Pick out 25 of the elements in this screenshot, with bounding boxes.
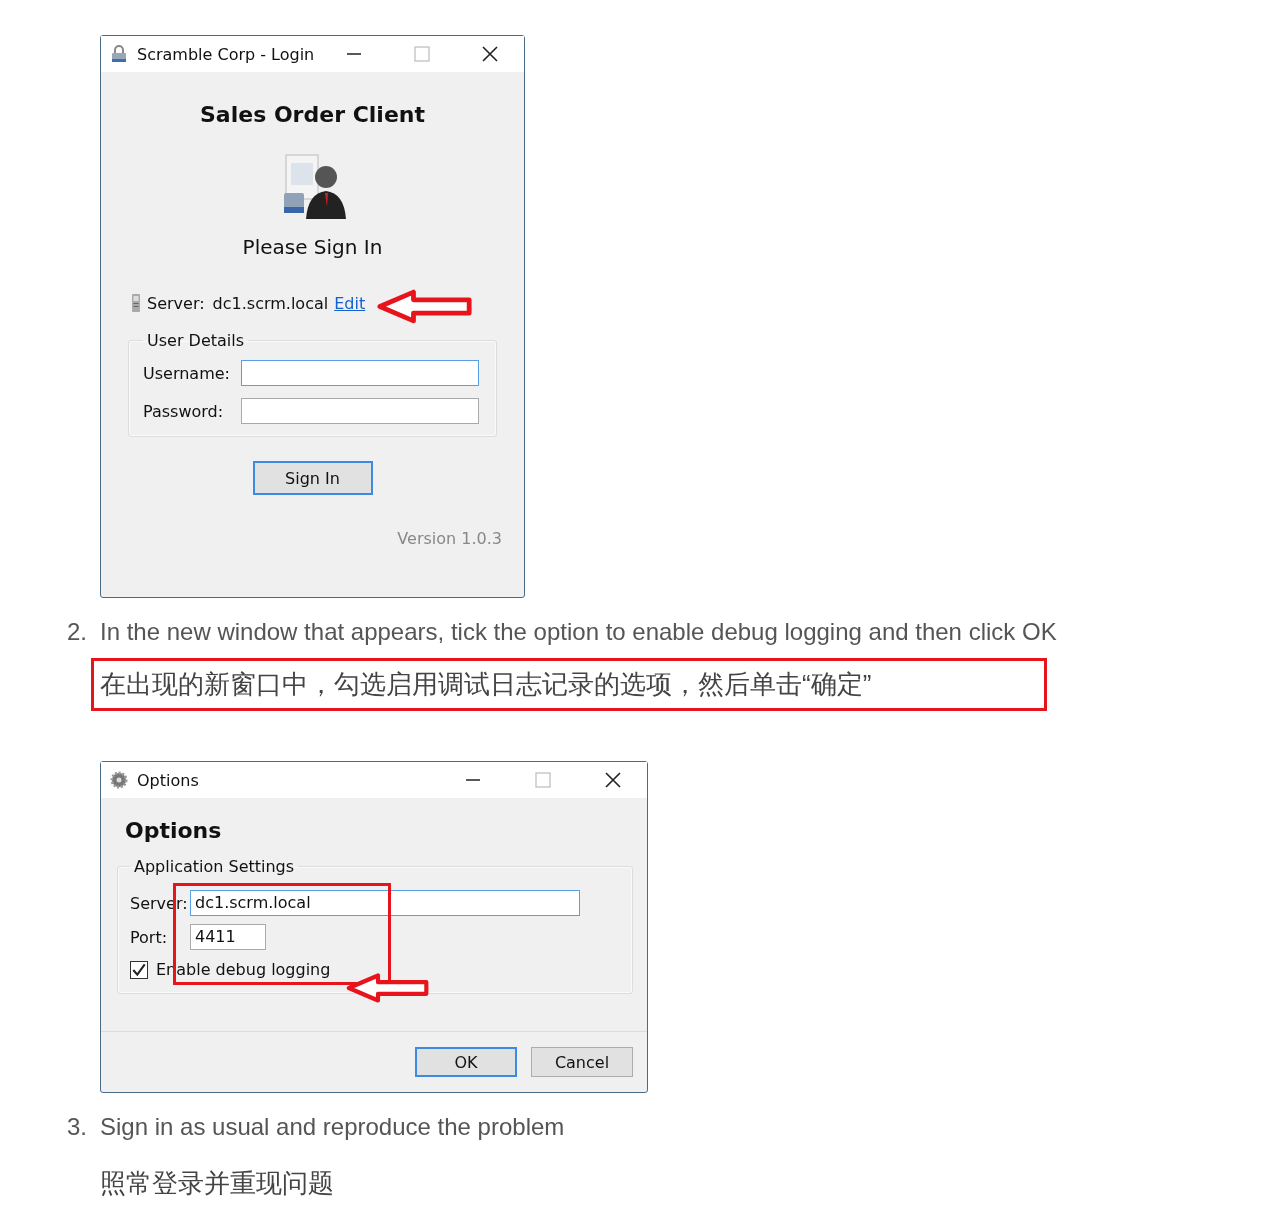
version-label: Version 1.0.3	[397, 529, 502, 548]
translation-text: 在出现的新窗口中，勾选启用调试日志记录的选项，然后单击“确定”	[91, 658, 1047, 711]
edit-link[interactable]: Edit	[334, 293, 366, 313]
translation-text: 照常登录并重现问题	[99, 1167, 335, 1200]
dialog-button[interactable]: Cancel	[531, 1047, 633, 1077]
server-address: dc1.scrm.local	[212, 293, 329, 313]
app-heading: Sales Order Client	[200, 102, 425, 127]
sign-in-button[interactable]: Sign In	[252, 461, 373, 495]
field-label: Username:	[143, 363, 231, 383]
field-label: Password:	[143, 401, 225, 421]
step-number: 2.	[67, 618, 88, 646]
step-text: In the new window that appears, tick the option to enable debug logging and then click OK	[100, 618, 1057, 646]
step-text: Sign in as usual and reproduce the problem	[100, 1113, 565, 1141]
server-label: Server:	[147, 293, 205, 313]
group-title: Application Settings	[133, 857, 296, 876]
group-title: User Details	[146, 331, 246, 350]
input-field[interactable]: 4411	[190, 924, 266, 950]
dialog-heading: Options	[125, 818, 223, 843]
dialog-button[interactable]: OK	[415, 1047, 517, 1077]
field-label: Port:	[130, 927, 169, 947]
window-title: Scramble Corp - Login	[137, 44, 315, 64]
step-number: 3.	[67, 1113, 88, 1141]
window-title: Options	[137, 770, 199, 790]
input-field[interactable]: dc1.scrm.local	[190, 890, 580, 916]
sign-in-prompt: Please Sign In	[242, 235, 383, 259]
